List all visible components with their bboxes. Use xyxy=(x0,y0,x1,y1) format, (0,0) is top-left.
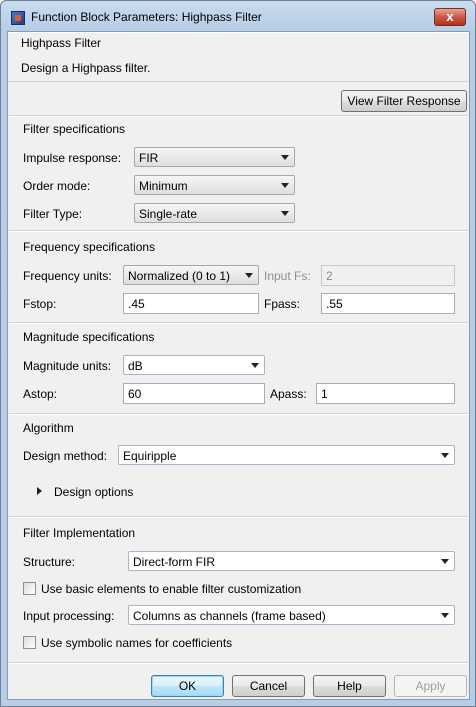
design-method-value: Equiripple xyxy=(123,449,177,463)
input-processing-label: Input processing: xyxy=(23,609,115,623)
apass-label: Apass: xyxy=(270,387,307,401)
divider xyxy=(9,413,468,415)
filter-type-value: Single-rate xyxy=(139,207,198,221)
magnitude-units-label: Magnitude units: xyxy=(23,359,112,373)
basic-elements-label[interactable]: Use basic elements to enable filter cust… xyxy=(41,582,301,596)
impulse-response-dropdown[interactable]: FIR xyxy=(134,147,295,167)
fstop-value: .45 xyxy=(128,297,145,311)
fpass-label: Fpass: xyxy=(264,297,301,311)
basic-elements-checkbox[interactable] xyxy=(23,582,36,595)
filter-specifications-title: Filter specifications xyxy=(23,122,126,136)
input-fs-label: Input Fs: xyxy=(264,269,311,283)
astop-label: Astop: xyxy=(23,387,58,401)
frequency-units-label: Frequency units: xyxy=(23,269,112,283)
title-bar[interactable]: Function Block Parameters: Highpass Filt… xyxy=(1,1,475,33)
simulink-block-icon xyxy=(11,11,25,25)
expand-triangle-icon[interactable] xyxy=(37,487,42,495)
structure-dropdown[interactable]: Direct-form FIR xyxy=(128,551,455,571)
chevron-down-icon xyxy=(245,273,253,278)
frequency-units-value: Normalized (0 to 1) xyxy=(128,269,231,283)
divider xyxy=(9,322,468,324)
window-title: Function Block Parameters: Highpass Filt… xyxy=(31,10,262,24)
filter-type-dropdown[interactable]: Single-rate xyxy=(134,203,295,223)
astop-field[interactable]: 60 xyxy=(123,383,265,404)
ok-button[interactable]: OK xyxy=(151,675,224,697)
fpass-value: .55 xyxy=(326,297,343,311)
symbolic-names-label[interactable]: Use symbolic names for coefficients xyxy=(41,636,232,650)
design-method-label: Design method: xyxy=(23,449,108,463)
chevron-down-icon xyxy=(281,155,289,160)
order-mode-value: Minimum xyxy=(139,179,188,193)
chevron-down-icon xyxy=(251,363,259,368)
input-fs-field: 2 xyxy=(321,265,455,286)
apass-value: 1 xyxy=(321,387,328,401)
fstop-field[interactable]: .45 xyxy=(123,293,259,314)
chevron-down-icon xyxy=(441,559,449,564)
view-filter-response-button[interactable]: View Filter Response xyxy=(341,90,467,112)
algorithm-title: Algorithm xyxy=(23,421,74,435)
order-mode-dropdown[interactable]: Minimum xyxy=(134,175,295,195)
apass-field[interactable]: 1 xyxy=(316,383,455,404)
filter-type-label: Filter Type: xyxy=(23,207,83,221)
structure-value: Direct-form FIR xyxy=(133,555,215,569)
divider xyxy=(9,115,468,117)
dialog-client-area: Highpass Filter Design a Highpass filter… xyxy=(7,31,470,700)
help-button[interactable]: Help xyxy=(313,675,386,697)
symbolic-names-checkbox[interactable] xyxy=(23,636,36,649)
input-processing-dropdown[interactable]: Columns as channels (frame based) xyxy=(128,605,455,625)
frequency-specifications-title: Frequency specifications xyxy=(23,240,156,254)
close-button[interactable]: x xyxy=(434,8,466,26)
chevron-down-icon xyxy=(441,453,449,458)
magnitude-units-dropdown[interactable]: dB xyxy=(123,355,265,375)
frequency-units-dropdown[interactable]: Normalized (0 to 1) xyxy=(123,265,259,285)
design-options-toggle[interactable]: Design options xyxy=(54,485,133,499)
divider xyxy=(9,516,468,518)
divider xyxy=(9,230,468,232)
block-description: Design a Highpass filter. xyxy=(21,61,151,75)
block-description-panel: Highpass Filter Design a Highpass filter… xyxy=(8,32,469,82)
impulse-response-label: Impulse response: xyxy=(23,151,122,165)
chevron-down-icon xyxy=(441,613,449,618)
order-mode-label: Order mode: xyxy=(23,179,91,193)
impulse-response-value: FIR xyxy=(139,151,159,165)
magnitude-units-value: dB xyxy=(128,359,143,373)
cancel-button[interactable]: Cancel xyxy=(232,675,305,697)
fstop-label: Fstop: xyxy=(23,297,57,311)
fpass-field[interactable]: .55 xyxy=(321,293,455,314)
filter-implementation-title: Filter Implementation xyxy=(23,526,136,540)
divider xyxy=(9,662,468,664)
chevron-down-icon xyxy=(281,211,289,216)
structure-label: Structure: xyxy=(23,555,76,569)
astop-value: 60 xyxy=(128,387,142,401)
block-name: Highpass Filter xyxy=(21,36,102,50)
input-processing-value: Columns as channels (frame based) xyxy=(133,609,326,623)
apply-button: Apply xyxy=(394,675,467,697)
chevron-down-icon xyxy=(281,183,289,188)
dialog-window: Function Block Parameters: Highpass Filt… xyxy=(0,0,476,707)
magnitude-specifications-title: Magnitude specifications xyxy=(23,330,155,344)
input-fs-value: 2 xyxy=(326,269,333,283)
design-method-dropdown[interactable]: Equiripple xyxy=(118,445,455,465)
